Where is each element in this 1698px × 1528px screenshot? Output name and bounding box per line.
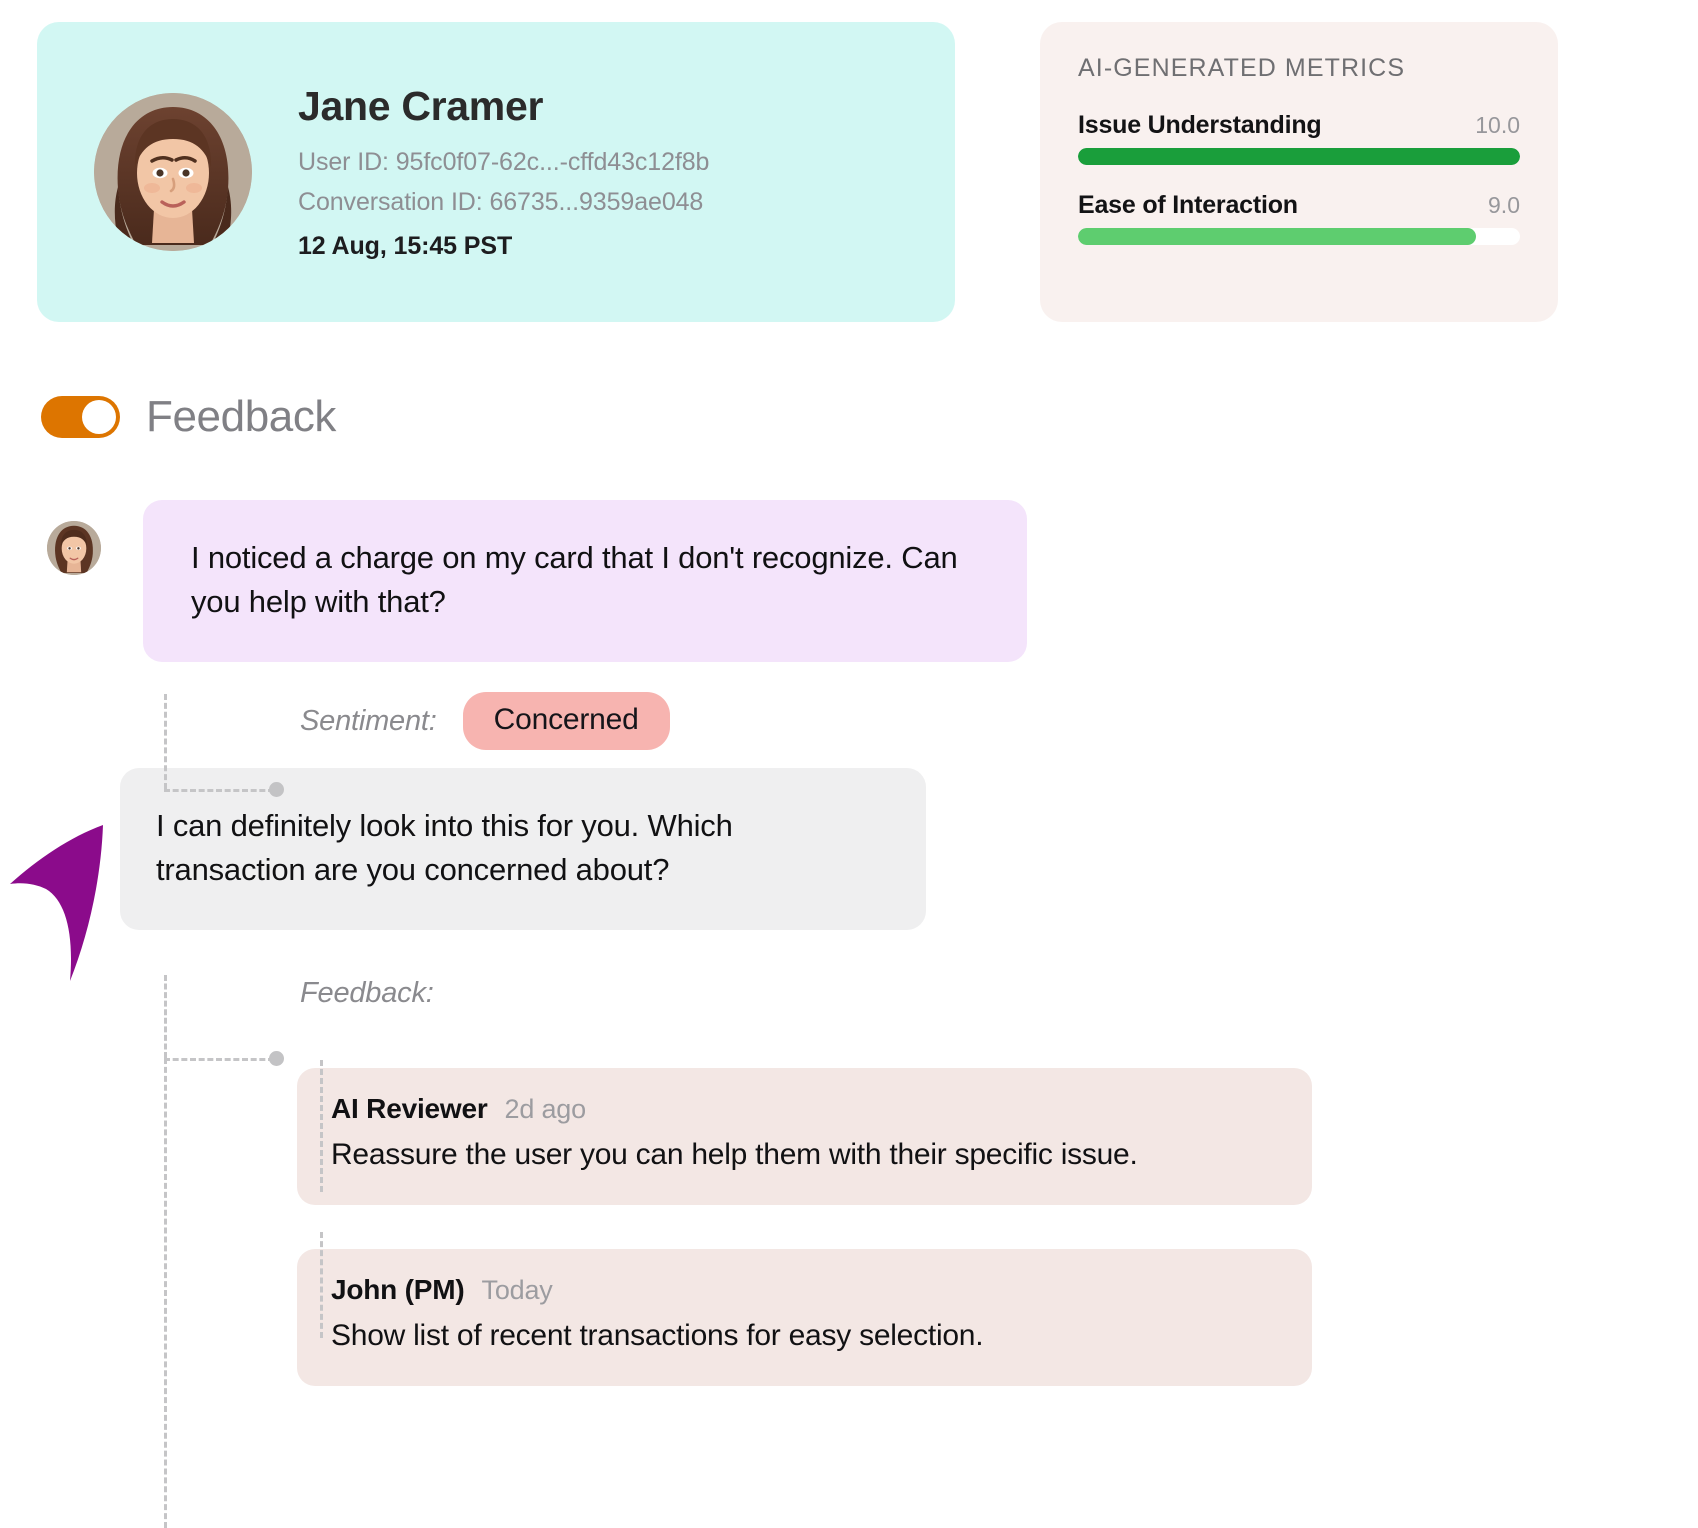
feedback-text: Show list of recent transactions for eas… — [331, 1319, 984, 1353]
metric-label: Issue Understanding — [1078, 111, 1322, 139]
feedback-author: John (PM) — [331, 1274, 465, 1306]
profile-info: Jane Cramer User ID: 95fc0f07-62c...-cff… — [298, 83, 709, 260]
metric-issue-understanding: Issue Understanding 10.0 — [1078, 111, 1520, 165]
toggle-knob-icon — [82, 400, 116, 434]
metric-progress-fill — [1078, 228, 1476, 245]
metric-label: Ease of Interaction — [1078, 191, 1298, 219]
sentiment-label: Sentiment: — [300, 704, 437, 737]
connector-line-vertical — [164, 975, 167, 1058]
message-bubble-user[interactable]: I noticed a charge on my card that I don… — [143, 500, 1027, 663]
user-id: User ID: 95fc0f07-62c...-cffd43c12f8b — [298, 147, 710, 176]
feedback-label: Feedback: — [300, 976, 434, 1009]
feedback-text: Reassure the user you can help them with… — [331, 1138, 1138, 1172]
feedback-author: AI Reviewer — [331, 1093, 488, 1125]
metric-ease-of-interaction: Ease of Interaction 9.0 — [1078, 191, 1520, 245]
feedback-toggle[interactable] — [41, 396, 120, 438]
connector-line-feedback — [320, 1060, 323, 1192]
conversation-thread: I noticed a charge on my card that I don… — [0, 500, 1698, 1387]
connector-line-horizontal — [164, 789, 274, 792]
connector-line-vertical — [164, 1058, 167, 1528]
feedback-card[interactable]: AI Reviewer 2d ago Reassure the user you… — [297, 1068, 1312, 1206]
summary-row: Jane Cramer User ID: 95fc0f07-62c...-cff… — [0, 0, 1698, 340]
avatar — [47, 521, 101, 575]
feedback-timestamp: Today — [481, 1275, 553, 1306]
connector-line-feedback — [320, 1232, 323, 1338]
feedback-section-label: Feedback — [146, 392, 337, 441]
feedback-timestamp: 2d ago — [504, 1094, 587, 1125]
timestamp: 12 Aug, 15:45 PST — [298, 231, 513, 260]
user-profile-card: Jane Cramer User ID: 95fc0f07-62c...-cff… — [37, 22, 955, 322]
avatar — [94, 93, 252, 251]
metric-value: 10.0 — [1475, 112, 1520, 138]
feedback-card-john-pm-wrap: John (PM) Today Show list of recent tran… — [0, 1249, 1698, 1387]
feedback-section-header: Feedback — [41, 392, 336, 442]
connector-node — [269, 1051, 284, 1066]
metric-progress-track — [1078, 148, 1520, 165]
metrics-title: AI-GENERATED METRICS — [1078, 54, 1406, 82]
message-bubble-agent[interactable]: I can definitely look into this for you.… — [120, 768, 926, 931]
conversation-id: Conversation ID: 66735...9359ae048 — [298, 188, 704, 217]
message-row-user: I noticed a charge on my card that I don… — [0, 500, 1698, 663]
metric-progress-fill — [1078, 148, 1520, 165]
connector-node — [269, 782, 284, 797]
connector-line-vertical — [164, 694, 167, 789]
feedback-card-ai-reviewer-wrap: AI Reviewer 2d ago Reassure the user you… — [0, 1068, 1698, 1206]
feedback-annotation-row: Feedback: — [0, 960, 1698, 1026]
metric-progress-track — [1078, 228, 1520, 245]
metric-value: 9.0 — [1488, 192, 1520, 218]
sentiment-annotation-row: Sentiment: Concerned — [0, 688, 1698, 754]
feedback-card[interactable]: John (PM) Today Show list of recent tran… — [297, 1249, 1312, 1387]
connector-line-horizontal — [164, 1058, 274, 1061]
message-row-agent: I can definitely look into this for you.… — [0, 768, 1698, 931]
ai-generated-metrics-card: AI-GENERATED METRICS Issue Understanding… — [1040, 22, 1558, 322]
status-badge: Concerned — [462, 692, 670, 751]
page-title: Jane Cramer — [298, 83, 544, 130]
